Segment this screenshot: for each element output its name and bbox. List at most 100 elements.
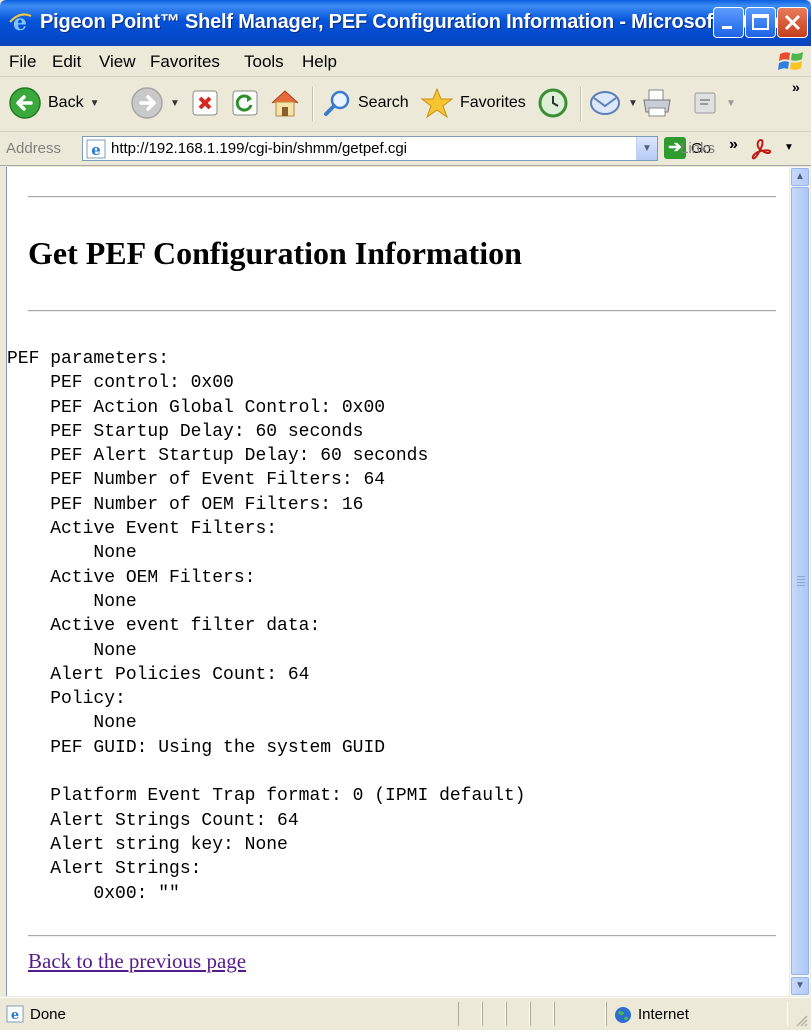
heading-divider	[28, 310, 776, 312]
forward-button[interactable]: ▼	[130, 83, 180, 123]
address-url[interactable]: http://192.168.1.199/cgi-bin/shmm/getpef…	[111, 140, 407, 157]
edit-button[interactable]: ▼	[690, 83, 736, 123]
param-line: PEF Number of Event Filters: 64	[50, 470, 386, 491]
address-label: Address	[6, 140, 62, 157]
window-title: Pigeon Point™ Shelf Manager, PEF Configu…	[40, 11, 796, 33]
param-line: Alert string key: None	[50, 834, 288, 855]
chevron-down-icon[interactable]: ▼	[90, 98, 100, 109]
page-heading: Get PEF Configuration Information	[28, 235, 522, 271]
param-line: None	[93, 640, 137, 661]
print-button[interactable]	[640, 83, 674, 123]
param-line: PEF Number of OEM Filters: 16	[50, 494, 364, 515]
acrobat-icon[interactable]	[750, 138, 772, 160]
zone-label: Internet	[638, 1006, 689, 1023]
svg-text:e: e	[11, 1008, 19, 1023]
ie-logo-icon: e	[9, 10, 32, 35]
browser-window: e Pigeon Point™ Shelf Manager, PEF Confi…	[0, 0, 811, 1030]
maximize-button[interactable]	[745, 7, 776, 38]
svg-text:e: e	[91, 141, 101, 159]
page-done-icon: e	[6, 1005, 24, 1023]
home-button[interactable]	[268, 83, 302, 123]
address-input[interactable]: e http://192.168.1.199/cgi-bin/shmm/getp…	[82, 136, 658, 161]
maximize-icon	[752, 14, 769, 30]
param-line: Active Event Filters:	[50, 519, 278, 540]
address-dropdown-button[interactable]: ▼	[636, 137, 657, 160]
menu-edit[interactable]: Edit	[52, 52, 81, 72]
param-line: PEF control: 0x00	[50, 373, 234, 394]
param-line: Active event filter data:	[50, 616, 321, 637]
params-title: PEF parameters:	[7, 349, 170, 369]
stop-icon	[192, 90, 218, 116]
page-viewport: Get PEF Configuration Information PEF pa…	[6, 167, 790, 996]
status-bar: e Done Internet	[0, 997, 811, 1030]
chevron-down-icon[interactable]: ▼	[784, 142, 794, 153]
links-label[interactable]: Links	[680, 140, 715, 157]
param-line: PEF Startup Delay: 60 seconds	[50, 421, 364, 442]
windows-flag-icon	[778, 52, 803, 70]
bottom-divider	[28, 935, 776, 937]
minimize-icon	[722, 26, 732, 29]
favorites-button[interactable]: Favorites	[420, 83, 526, 123]
history-icon	[538, 88, 568, 118]
menu-help[interactable]: Help	[302, 52, 337, 72]
status-text: Done	[30, 1006, 66, 1023]
param-line: None	[93, 543, 137, 564]
search-label: Search	[358, 94, 409, 111]
standard-toolbar: Back ▼ ▼ Search Favorites ▼ ▼ »	[0, 77, 811, 132]
printer-icon	[643, 89, 671, 117]
menu-bar: File Edit View Favorites Tools Help	[0, 46, 811, 77]
star-icon	[420, 87, 454, 119]
menu-file[interactable]: File	[9, 52, 36, 72]
minimize-button[interactable]	[713, 7, 744, 38]
scroll-up-button[interactable]: ▲	[791, 168, 809, 186]
param-line: PEF Action Global Control: 0x00	[50, 397, 386, 418]
param-line: PEF Alert Startup Delay: 60 seconds	[50, 446, 429, 467]
search-button[interactable]: Search	[322, 83, 409, 123]
resize-grip-icon[interactable]	[795, 1014, 809, 1028]
param-line: PEF GUID: Using the system GUID	[50, 737, 386, 758]
back-link[interactable]: Back to the previous page	[28, 949, 246, 974]
param-line: None	[93, 713, 137, 734]
refresh-icon	[232, 90, 258, 116]
back-label: Back	[48, 94, 84, 111]
scroll-thumb[interactable]	[791, 187, 809, 975]
back-button[interactable]: Back ▼	[8, 83, 99, 123]
param-line: Alert Strings Count: 64	[50, 810, 299, 831]
param-line: Policy:	[50, 689, 126, 710]
address-bar: Address e http://192.168.1.199/cgi-bin/s…	[0, 132, 811, 166]
param-line: Platform Event Trap format: 0 (IPMI defa…	[50, 786, 526, 807]
search-icon	[324, 90, 350, 116]
toolbar-overflow-icon[interactable]: »	[792, 79, 800, 95]
scroll-down-button[interactable]: ▼	[791, 977, 809, 995]
edit-page-icon	[694, 92, 716, 114]
stop-button[interactable]	[190, 83, 220, 123]
refresh-button[interactable]	[230, 83, 260, 123]
param-line: Active OEM Filters:	[50, 567, 256, 588]
chevron-down-icon[interactable]: ▼	[170, 98, 180, 109]
pef-parameters-block: PEF parameters: PEF control: 0x00 PEF Ac…	[7, 347, 525, 906]
top-divider	[28, 196, 776, 198]
home-icon	[271, 90, 299, 117]
chevron-down-icon[interactable]: ▼	[726, 98, 736, 109]
favorites-label: Favorites	[460, 94, 526, 111]
param-line: None	[93, 591, 137, 612]
param-line: Alert Policies Count: 64	[50, 664, 310, 685]
vertical-scrollbar[interactable]: ▲ ▼	[789, 167, 810, 996]
links-chevron-icon[interactable]: »	[729, 136, 738, 154]
params-list: PEF control: 0x00 PEF Action Global Cont…	[7, 373, 525, 903]
ie-page-icon: e	[86, 139, 106, 159]
menu-tools[interactable]: Tools	[244, 52, 284, 72]
forward-arrow-icon	[131, 87, 163, 119]
mail-icon	[590, 91, 620, 115]
param-line: Alert Strings:	[50, 859, 202, 880]
internet-globe-icon	[615, 1007, 631, 1023]
mail-button[interactable]: ▼	[588, 83, 638, 123]
back-arrow-icon	[9, 87, 41, 119]
chevron-down-icon[interactable]: ▼	[628, 98, 638, 109]
title-bar[interactable]: e Pigeon Point™ Shelf Manager, PEF Confi…	[0, 0, 811, 46]
history-button[interactable]	[536, 83, 570, 123]
close-button[interactable]	[777, 7, 808, 38]
param-line: 0x00: ""	[93, 883, 180, 904]
menu-view[interactable]: View	[99, 52, 136, 72]
menu-favorites[interactable]: Favorites	[150, 52, 220, 72]
